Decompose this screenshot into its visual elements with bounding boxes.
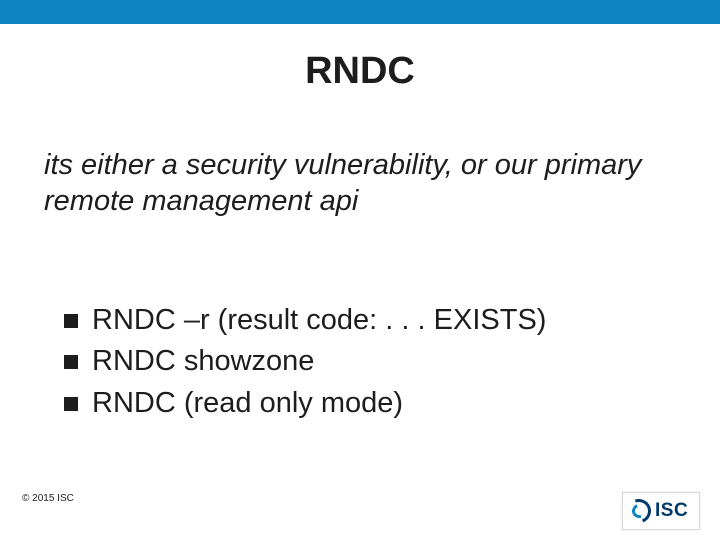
slide-subtitle: its either a security vulnerability, or … bbox=[44, 147, 676, 220]
copyright-text: © 2015 ISC bbox=[22, 493, 74, 504]
isc-logo: ISC bbox=[622, 492, 700, 530]
list-item: RNDC –r (result code: . . . EXISTS) bbox=[64, 302, 676, 340]
bullet-text: RNDC –r (result code: . . . EXISTS) bbox=[92, 302, 546, 340]
logo-text: ISC bbox=[655, 500, 688, 522]
slide-container: RNDC its either a security vulnerability… bbox=[0, 0, 720, 540]
square-bullet-icon bbox=[64, 355, 78, 369]
list-item: RNDC (read only mode) bbox=[64, 385, 676, 423]
bullet-text: RNDC (read only mode) bbox=[92, 385, 403, 423]
accent-bar bbox=[0, 0, 720, 24]
square-bullet-icon bbox=[64, 397, 78, 411]
list-item: RNDC showzone bbox=[64, 343, 676, 381]
logo-swirl-icon bbox=[627, 499, 651, 523]
slide-footer: © 2015 ISC ISC bbox=[0, 480, 720, 540]
bullet-text: RNDC showzone bbox=[92, 343, 314, 381]
bullet-list: RNDC –r (result code: . . . EXISTS) RNDC… bbox=[64, 302, 676, 423]
square-bullet-icon bbox=[64, 314, 78, 328]
slide-title: RNDC bbox=[0, 50, 720, 93]
